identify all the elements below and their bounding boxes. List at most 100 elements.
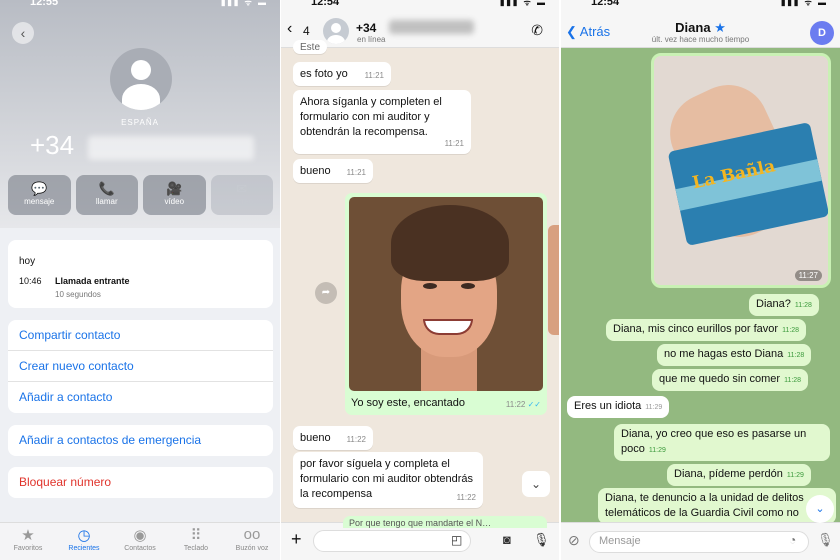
tab-label: Contactos xyxy=(124,545,156,552)
add-to-contact-link[interactable]: Añadir a contacto xyxy=(8,382,273,413)
emergency-card: Añadir a contactos de emergencia xyxy=(8,425,273,456)
message-time: 11:28 xyxy=(787,352,805,359)
status-icons: ▮▮▮ ᯤ ▬ xyxy=(221,0,268,7)
message-time: 11:28 xyxy=(782,327,800,334)
scroll-down-button[interactable]: ⌄ xyxy=(806,495,834,523)
emergency-contact-link[interactable]: Añadir a contactos de emergencia xyxy=(8,425,273,456)
microphone-icon[interactable]: 🎙 xyxy=(817,532,834,548)
country-label: ESPAÑA xyxy=(121,118,159,127)
back-button[interactable]: ‹ xyxy=(12,22,34,44)
block-number-link[interactable]: Bloquear número xyxy=(8,467,273,498)
online-status: en línea xyxy=(357,35,386,44)
redacted-number xyxy=(389,20,474,34)
phone-icon: 📞 xyxy=(98,181,115,196)
scroll-down-button[interactable]: ⌄ xyxy=(522,471,550,497)
chat-message: bueno 11:22 xyxy=(293,426,373,450)
photo-message[interactable]: Yo soy este, encantado 11:22 ✓✓ xyxy=(345,193,547,415)
call-label: llamar xyxy=(95,197,118,206)
profile-photo xyxy=(349,197,543,391)
contact-name: Diana xyxy=(675,20,711,35)
clock-icon: ◷ xyxy=(77,527,91,544)
status-bar: 12:55 ▮▮▮ ᯤ ▬ xyxy=(0,0,280,10)
chat-message: Diana, pídeme perdón 11:29 xyxy=(667,464,811,486)
message-time: 11:29 xyxy=(786,472,804,479)
chat-title[interactable]: Diana ★ xyxy=(561,20,840,36)
chat-message: Diana, yo creo que eso es pasarse un poc… xyxy=(614,424,830,461)
unread-count[interactable]: 4 xyxy=(303,24,310,38)
cropped-photo-edge xyxy=(548,225,559,335)
status-bar: 12:54 ▮▮▮ ᯤ ▬ xyxy=(281,0,559,10)
message-time: 11:29 xyxy=(648,447,666,454)
chat-message: Eres un idiota 11:29 xyxy=(567,396,670,418)
message-time: 11:28 xyxy=(794,302,812,309)
add-call-icon[interactable]: ✆ xyxy=(531,22,543,39)
message-input[interactable] xyxy=(313,530,471,552)
phone-number: +34 xyxy=(30,130,75,160)
contact-name[interactable]: +34 xyxy=(356,21,376,35)
message-text: Ahora síganla y completen el formulario … xyxy=(300,96,442,138)
tab-buzon-voz[interactable]: oo Buzón voz xyxy=(224,523,280,560)
chat-message: que me quedo sin comer 11:28 xyxy=(652,369,809,391)
message-text: Eres un idiota xyxy=(574,400,642,412)
chat-message: Diana? 11:28 xyxy=(749,294,819,316)
history-type: Llamada entrante xyxy=(55,276,130,286)
attach-icon[interactable]: ⊘ xyxy=(568,532,580,549)
create-contact-link[interactable]: Crear nuevo contacto xyxy=(8,351,273,382)
history-duration: 10 segundos xyxy=(55,290,101,299)
chevron-down-icon: ⌄ xyxy=(815,503,825,515)
message-text: que me quedo sin comer xyxy=(659,373,781,385)
message-composer: ⊘ Mensaje ◔ 🎙 xyxy=(561,522,840,560)
chat-message: Este xyxy=(293,40,328,54)
camera-icon[interactable]: ◙ xyxy=(503,532,511,547)
status-icons: ▮▮▮ ᯤ ▬ xyxy=(781,0,828,7)
chat-header: 12:54 ▮▮▮ ᯤ ▬ ❮ Atrás Diana ★ últ. vez h… xyxy=(561,0,840,48)
message-time: 11:28 xyxy=(784,377,802,384)
message-text: es foto yo xyxy=(300,68,348,80)
sticker-icon[interactable]: ◔ xyxy=(789,533,796,547)
message-text: bueno xyxy=(300,432,331,444)
contact-actions: 💬 mensaje 📞 llamar 🎥 vídeo ✉ correo xyxy=(8,175,273,215)
tab-label: Buzón voz xyxy=(235,545,269,552)
forward-icon[interactable]: ➦ xyxy=(315,282,337,304)
tab-contactos[interactable]: ◉ Contactos xyxy=(112,523,168,560)
tab-recientes[interactable]: ◷ Recientes xyxy=(56,523,112,560)
status-time: 12:54 xyxy=(591,0,620,8)
chat-message: Diana, te denuncio a la unidad de delito… xyxy=(598,488,836,524)
message-time: 11:21 xyxy=(346,168,366,177)
tab-label: Teclado xyxy=(183,545,209,552)
tab-teclado[interactable]: ⠿ Teclado xyxy=(168,523,224,560)
tab-label: Favoritos xyxy=(13,545,43,552)
message-time: 11:22 xyxy=(346,435,366,444)
contact-info-screen: 12:55 ▮▮▮ ᯤ ▬ ‹ ESPAÑA +34 💬 mensaje 📞 lla… xyxy=(0,0,280,560)
message-text: Diana, mis cinco eurillos por favor xyxy=(613,323,779,335)
chat-message: bueno 11:21 xyxy=(293,159,373,183)
avatar xyxy=(110,48,172,110)
mail-label: correo xyxy=(230,197,254,206)
video-icon: 🎥 xyxy=(166,181,183,196)
contact-options-card: Compartir contacto Crear nuevo contacto … xyxy=(8,320,273,413)
message-placeholder: Mensaje xyxy=(599,535,641,547)
photo-time: 11:22 xyxy=(505,400,526,409)
status-bar: 12:54 ▮▮▮ ᯤ ▬ xyxy=(561,0,840,10)
photo-message[interactable]: La Bañla 11:27 xyxy=(651,53,831,288)
chevron-left-icon: ‹ xyxy=(20,25,26,41)
chevron-left-icon[interactable]: ‹ xyxy=(287,20,292,38)
tab-favoritos[interactable]: ★ Favoritos xyxy=(0,523,56,560)
video-button[interactable]: 🎥 vídeo xyxy=(143,175,206,215)
share-contact-link[interactable]: Compartir contacto xyxy=(8,320,273,351)
video-label: vídeo xyxy=(164,197,185,206)
star-icon: ★ xyxy=(714,20,726,35)
avatar[interactable]: D xyxy=(810,21,834,45)
sticker-icon[interactable]: ◰ xyxy=(451,533,462,547)
plus-icon[interactable]: + xyxy=(291,529,302,550)
microphone-icon[interactable]: 🎙 xyxy=(533,532,550,548)
message-button[interactable]: 💬 mensaje xyxy=(8,175,71,215)
message-text: Diana, te denuncio a la unidad de delito… xyxy=(605,492,804,519)
call-button[interactable]: 📞 llamar xyxy=(75,175,138,215)
last-seen: últ. vez hace mucho tiempo xyxy=(651,35,750,44)
partial-message: Por que tengo que mandarte el N… xyxy=(343,516,547,528)
person-icon: ◉ xyxy=(133,527,147,544)
read-ticks-icon: ✓✓ xyxy=(527,400,541,409)
avatar[interactable] xyxy=(323,18,349,44)
block-card: Bloquear número xyxy=(8,467,273,498)
